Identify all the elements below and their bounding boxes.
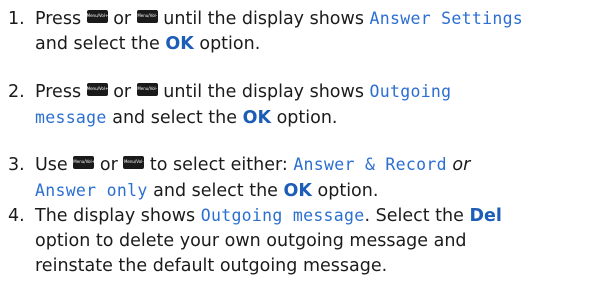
step-text: until the display shows	[163, 9, 364, 29]
step-text: Press	[35, 9, 82, 29]
display-text: Answer only	[35, 181, 148, 200]
step-4: 4. The display shows Outgoing message. Se…	[8, 203, 596, 279]
step-1-line-1: 1. Press Menu/Vol+ or Menu/Vol- until the…	[8, 6, 596, 32]
step-4-line-2: option to delete your own outgoing messa…	[8, 229, 596, 254]
step-number: 4.	[8, 206, 25, 226]
step-text: reinstate the default outgoing message.	[35, 256, 388, 276]
menu-vol-down-key-icon: Menu/Vol-	[123, 156, 145, 169]
step-text: Press	[35, 82, 82, 102]
step-4-line-3: reinstate the default outgoing message.	[8, 254, 596, 279]
step-2: 2. Press Menu/Vol+ or Menu/Vol- until the…	[8, 79, 596, 131]
step-1: 1. Press Menu/Vol+ or Menu/Vol- until the…	[8, 6, 596, 57]
step-text: . Select the	[364, 206, 464, 226]
step-text-italic: or	[452, 155, 471, 175]
display-text: Outgoing	[369, 82, 452, 101]
step-number: 1.	[8, 9, 25, 29]
instruction-steps: 1. Press Menu/Vol+ or Menu/Vol- until the…	[0, 0, 598, 308]
menu-vol-up-key-icon: Menu/Vol+	[73, 156, 95, 169]
display-text: Answer Settings	[369, 9, 524, 28]
display-text: Outgoing message	[200, 206, 365, 225]
menu-vol-up-key-icon: Menu/Vol+	[86, 10, 108, 23]
step-text: option.	[199, 34, 261, 54]
step-text: option.	[276, 108, 338, 128]
option-label: OK	[283, 181, 312, 201]
step-number: 2.	[8, 82, 25, 102]
step-3-line-1: 3. Use Menu/Vol+ or Menu/Vol- to select e…	[8, 152, 596, 178]
step-3: 3. Use Menu/Vol+ or Menu/Vol- to select e…	[8, 152, 596, 204]
step-text: Use	[35, 155, 68, 175]
option-label: Del	[469, 206, 502, 226]
menu-vol-up-key-icon: Menu/Vol+	[86, 83, 108, 96]
step-number: 3.	[8, 155, 25, 175]
menu-vol-down-key-icon: Menu/Vol-	[136, 83, 158, 96]
step-1-line-2: and select the OK option.	[8, 32, 596, 57]
step-text: option.	[317, 181, 379, 201]
display-text: message	[35, 108, 107, 127]
step-text: to select either:	[149, 155, 288, 175]
step-3-line-2: Answer only and select the OK option.	[8, 178, 596, 204]
step-text: and select the	[35, 34, 160, 54]
display-text: Answer & Record	[293, 155, 447, 174]
step-text: or	[113, 82, 132, 102]
step-2-line-2: message and select the OK option.	[8, 105, 596, 131]
step-2-line-1: 2. Press Menu/Vol+ or Menu/Vol- until the…	[8, 79, 596, 105]
step-text: or	[113, 9, 132, 29]
option-label: OK	[242, 108, 271, 128]
step-text: and select the	[153, 181, 278, 201]
step-text: and select the	[112, 108, 237, 128]
step-text: until the display shows	[163, 82, 364, 102]
menu-vol-down-key-icon: Menu/Vol-	[136, 10, 158, 23]
step-text: The display shows	[35, 206, 196, 226]
option-label: OK	[165, 34, 194, 54]
step-text: or	[99, 155, 118, 175]
step-text: option to delete your own outgoing messa…	[35, 231, 467, 251]
step-4-line-1: 4. The display shows Outgoing message. Se…	[8, 203, 596, 229]
